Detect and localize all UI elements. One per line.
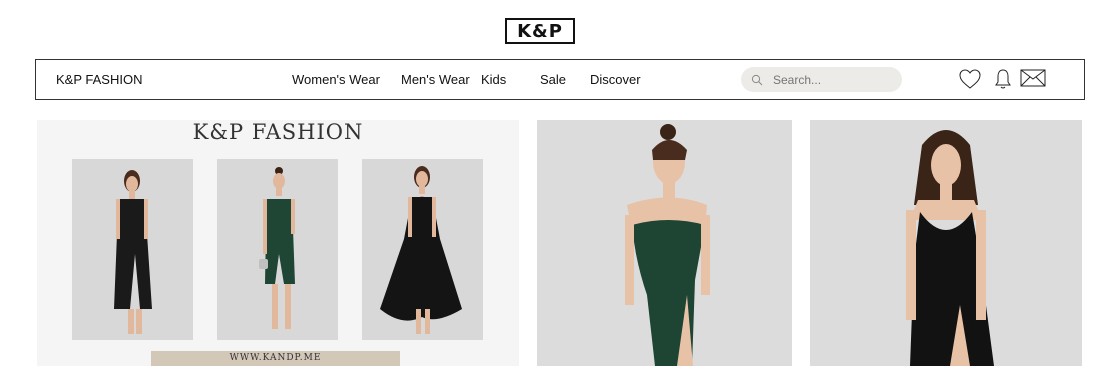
mail-icon[interactable] <box>1020 68 1046 93</box>
product-image[interactable] <box>537 120 792 366</box>
logo-text: K&P <box>517 20 563 42</box>
nav-sale[interactable]: Sale <box>540 72 566 87</box>
search-box[interactable] <box>741 67 902 92</box>
banner-thumbnail[interactable] <box>217 159 338 340</box>
promo-banner[interactable]: K&P FASHION WWW.KANDP.ME <box>37 120 519 366</box>
product-image[interactable] <box>810 120 1082 366</box>
search-input[interactable] <box>771 70 895 90</box>
logo[interactable]: K&P <box>505 18 575 44</box>
banner-thumbnail[interactable] <box>72 159 193 340</box>
banner-url[interactable]: WWW.KANDP.ME <box>151 351 400 366</box>
nav-mens-wear[interactable]: Men's Wear <box>401 72 470 87</box>
bell-icon[interactable] <box>994 68 1012 95</box>
nav-kids[interactable]: Kids <box>481 72 506 87</box>
search-icon <box>751 73 763 91</box>
banner-thumbnail[interactable] <box>362 159 483 340</box>
nav-discover[interactable]: Discover <box>590 72 641 87</box>
heart-icon[interactable] <box>958 68 982 95</box>
brand-name[interactable]: K&P FASHION <box>56 72 142 87</box>
nav-womens-wear[interactable]: Women's Wear <box>292 72 380 87</box>
navbar: K&P FASHION Women's Wear Men's Wear Kids… <box>35 59 1085 100</box>
banner-title: K&P FASHION <box>192 120 364 144</box>
